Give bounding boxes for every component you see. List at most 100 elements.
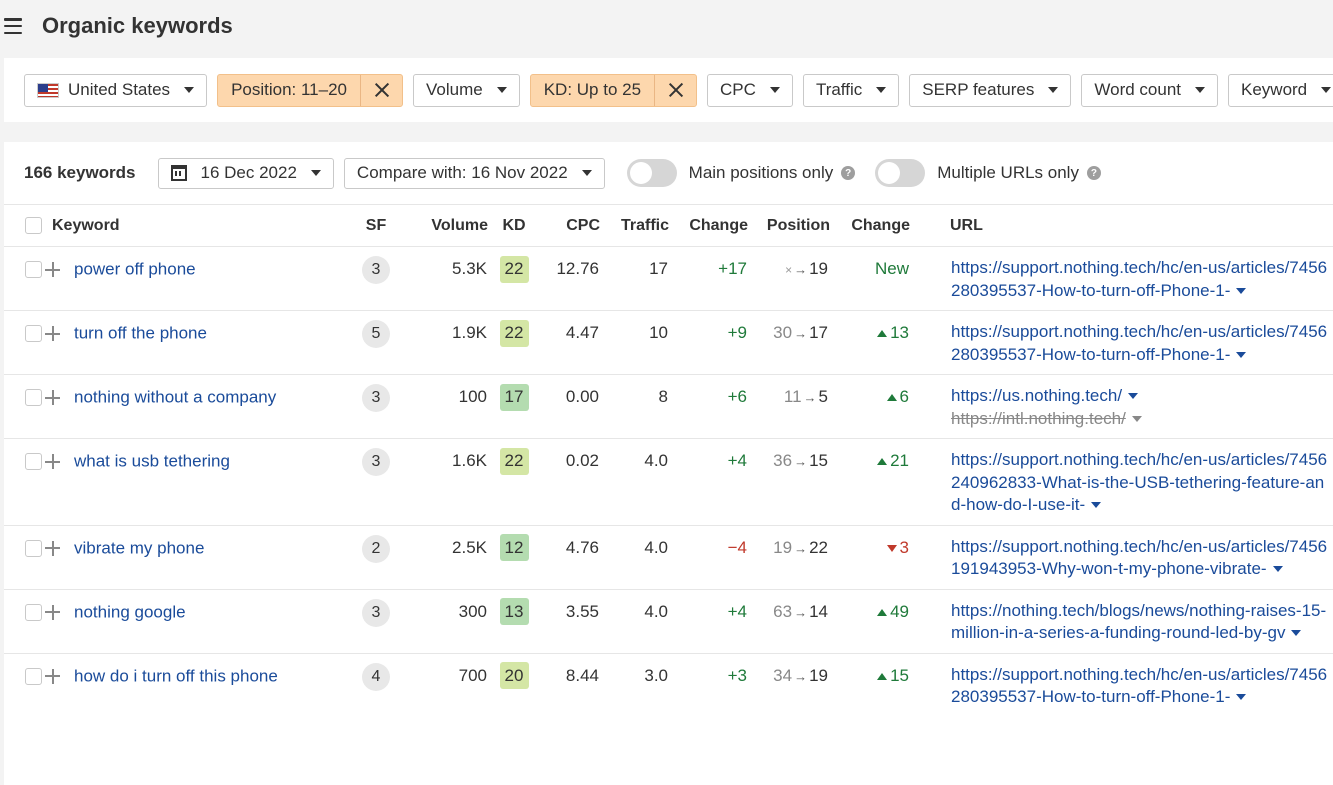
help-icon[interactable]: ? (1086, 166, 1101, 180)
position-from: 19 (773, 537, 793, 557)
sf-badge[interactable]: 3 (362, 384, 390, 412)
date-picker-button[interactable]: 16 Dec 2022 (157, 157, 334, 189)
cpc-value: 3.55 (565, 601, 599, 621)
plus-icon[interactable] (45, 540, 60, 556)
chevron-down-icon[interactable] (1236, 287, 1247, 294)
plus-icon[interactable] (45, 604, 60, 620)
traffic-change: +17 (718, 259, 747, 278)
chevron-down-icon[interactable] (1131, 415, 1142, 422)
keyword-link[interactable]: what is usb tethering (74, 452, 230, 471)
page-title: Organic keywords (42, 13, 233, 38)
clear-filter-button[interactable] (360, 74, 402, 106)
keyword-link[interactable]: turn off the phone (74, 324, 207, 343)
main-positions-toggle[interactable] (626, 159, 677, 187)
sf-badge[interactable]: 3 (362, 256, 390, 284)
filter-united-states[interactable]: United States (24, 73, 208, 107)
chevron-down-icon[interactable] (1128, 393, 1139, 399)
volume-value: 300 (458, 601, 487, 621)
plus-icon[interactable] (45, 326, 60, 342)
position-to: 14 (809, 601, 828, 621)
url-link[interactable]: https://support.nothing.tech/hc/en-us/ar… (951, 665, 1327, 707)
clear-filter-button[interactable] (654, 74, 696, 106)
chevron-down-icon[interactable] (1291, 630, 1302, 636)
multiple-urls-toggle[interactable] (875, 159, 926, 187)
row-checkbox[interactable] (24, 667, 42, 685)
url-link[interactable]: https://support.nothing.tech/hc/en-us/ar… (951, 450, 1327, 514)
plus-icon[interactable] (45, 390, 60, 406)
table-row: nothing without a company 3 100 17 0.00 8 +6 11… (4, 374, 1333, 439)
compare-date-button[interactable]: Compare with: 16 Nov 2022 (343, 157, 605, 189)
plus-icon[interactable] (45, 454, 60, 470)
position-to: 22 (809, 537, 828, 557)
col-position-change[interactable]: Change (830, 205, 910, 247)
plus-icon[interactable] (45, 262, 60, 278)
col-traffic[interactable]: Traffic (600, 205, 669, 247)
keyword-link[interactable]: how do i turn off this phone (74, 666, 278, 685)
help-icon[interactable]: ? (841, 166, 856, 180)
position-from: × (785, 263, 793, 277)
filter-label: Volume (426, 80, 483, 99)
filter-label: KD: Up to 25 (543, 80, 642, 99)
url-cell: https://support.nothing.tech/hc/en-us/ar… (950, 525, 1333, 589)
col-url[interactable]: URL (950, 205, 1333, 247)
filter-position-11-20[interactable]: Position: 11–20 (217, 73, 403, 107)
filter-volume[interactable]: Volume (413, 73, 520, 107)
url-link[interactable]: https://support.nothing.tech/hc/en-us/ar… (951, 258, 1327, 300)
traffic-value: 8 (658, 387, 668, 406)
url-link[interactable]: https://intl.nothing.tech/ (951, 409, 1126, 428)
col-sf[interactable]: SF (348, 205, 404, 247)
arrow-up-icon (877, 608, 888, 616)
filter-keyword[interactable]: Keyword (1228, 73, 1333, 107)
filter-serp-features[interactable]: SERP features (909, 73, 1072, 107)
url-link[interactable]: https://support.nothing.tech/hc/en-us/ar… (951, 537, 1327, 579)
volume-value: 5.3K (452, 259, 487, 278)
col-traffic-change[interactable]: Change (669, 205, 748, 247)
date-label: 16 Dec 2022 (200, 163, 297, 182)
sf-badge[interactable]: 4 (362, 662, 390, 691)
chevron-down-icon[interactable] (1272, 566, 1283, 572)
url-link[interactable]: https://nothing.tech/blogs/news/nothing-… (951, 601, 1326, 643)
chevron-down-icon[interactable] (1236, 694, 1247, 700)
kd-badge: 13 (499, 598, 529, 625)
menu-icon[interactable] (4, 18, 22, 34)
url-link[interactable]: https://us.nothing.tech/ (951, 386, 1122, 405)
col-volume[interactable]: Volume (404, 205, 488, 247)
keyword-link[interactable]: nothing google (74, 602, 186, 621)
keywords-table: Keyword SF Volume KD CPC Traffic Change … (4, 204, 1333, 717)
col-position[interactable]: Position (748, 205, 830, 247)
row-checkbox[interactable] (24, 539, 42, 557)
chevron-down-icon[interactable] (1236, 351, 1247, 358)
results-panel: 166 keywords 16 Dec 2022 Compare with: 1… (4, 142, 1333, 785)
select-all-checkbox[interactable] (24, 216, 42, 234)
chevron-down-icon (1321, 87, 1332, 93)
plus-icon[interactable] (45, 668, 60, 684)
col-cpc[interactable]: CPC (540, 205, 600, 247)
col-kd[interactable]: KD (488, 205, 540, 247)
chevron-down-icon (1195, 87, 1205, 93)
position-change: New (874, 259, 909, 278)
filter-traffic[interactable]: Traffic (802, 73, 900, 107)
filter-cpc[interactable]: CPC (707, 73, 793, 107)
row-checkbox[interactable] (24, 389, 42, 407)
keyword-link[interactable]: power off phone (74, 260, 196, 279)
url-link[interactable]: https://support.nothing.tech/hc/en-us/ar… (951, 322, 1327, 364)
col-keyword[interactable]: Keyword (48, 205, 348, 247)
traffic-value: 4.0 (644, 451, 668, 470)
chevron-down-icon[interactable] (1091, 502, 1102, 508)
position-to: 17 (809, 323, 828, 342)
keyword-link[interactable]: vibrate my phone (74, 538, 204, 557)
keyword-link[interactable]: nothing without a company (74, 388, 276, 407)
kd-badge: 20 (499, 662, 529, 689)
row-checkbox[interactable] (24, 453, 42, 471)
sf-badge[interactable]: 5 (362, 320, 390, 348)
arrow-right-icon: → (794, 540, 808, 556)
row-checkbox[interactable] (24, 603, 42, 621)
filter-kd-up-to-25[interactable]: KD: Up to 25 (529, 73, 698, 107)
filter-word-count[interactable]: Word count (1081, 73, 1218, 107)
sf-badge[interactable]: 2 (362, 534, 390, 563)
row-checkbox[interactable] (24, 261, 42, 279)
sf-badge[interactable]: 3 (362, 598, 390, 627)
volume-value: 1.6K (452, 451, 487, 470)
row-checkbox[interactable] (24, 325, 42, 343)
sf-badge[interactable]: 3 (362, 448, 390, 476)
